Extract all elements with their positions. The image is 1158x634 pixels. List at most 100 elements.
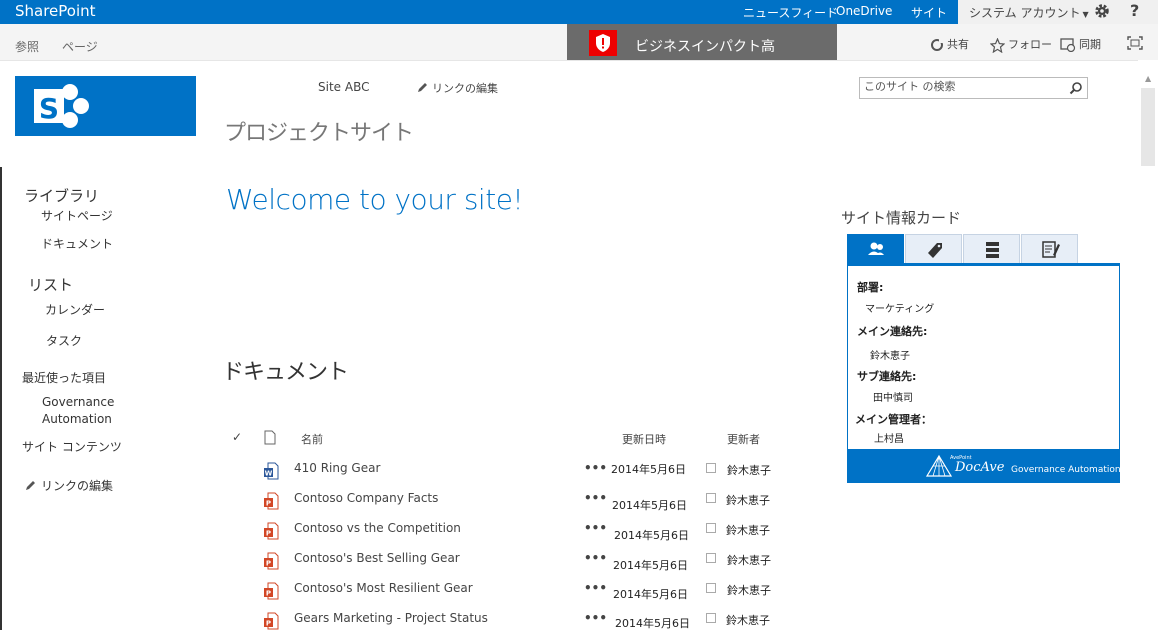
site-title[interactable]: プロジェクトサイト xyxy=(224,115,414,147)
caret-down-icon: ▼ xyxy=(1082,10,1089,19)
docave-logo-icon xyxy=(926,455,952,477)
left-nav-border xyxy=(0,167,2,630)
nav-edit-links-label: リンクの編集 xyxy=(41,479,114,493)
more-options-button[interactable]: ••• xyxy=(584,611,607,625)
department-label: 部署: xyxy=(857,281,884,294)
info-card-tabs xyxy=(847,234,1080,264)
row-select-checkbox[interactable] xyxy=(706,463,716,473)
business-impact-label: ビジネスインパクト高 xyxy=(635,39,775,55)
modified-by-user[interactable]: 鈴木恵子 xyxy=(726,522,770,538)
powerpoint-file-icon[interactable]: P xyxy=(263,612,279,630)
sharepoint-logo-icon: S xyxy=(34,84,89,128)
share-button[interactable]: 共有 xyxy=(930,36,969,52)
powerpoint-file-icon[interactable]: P xyxy=(263,552,279,570)
row-select-checkbox[interactable] xyxy=(706,553,716,563)
more-options-button[interactable]: ••• xyxy=(584,551,607,565)
scroll-up-icon[interactable]: ▲ xyxy=(1145,74,1151,83)
nav-governance-line2[interactable]: Automation xyxy=(42,412,112,426)
newsfeed-link[interactable]: ニュースフィード xyxy=(743,4,838,21)
nav-site-pages[interactable]: サイトページ xyxy=(41,207,113,224)
scroll-thumb[interactable] xyxy=(1141,88,1155,166)
tab-policy[interactable] xyxy=(1021,234,1078,264)
onedrive-link[interactable]: OneDrive xyxy=(836,4,892,18)
svg-text:P: P xyxy=(266,590,271,598)
document-name-link[interactable]: Contoso vs the Competition xyxy=(294,521,461,535)
modified-by-user[interactable]: 鈴木恵子 xyxy=(727,582,771,598)
column-modified-by[interactable]: 更新者 xyxy=(727,431,760,447)
modified-by-user[interactable]: 鈴木恵子 xyxy=(727,462,771,478)
department-value: マーケティング xyxy=(865,304,935,315)
top-nav-edit-links[interactable]: リンクの編集 xyxy=(417,80,498,96)
document-name-link[interactable]: Contoso's Best Selling Gear xyxy=(294,551,460,565)
svg-text:S: S xyxy=(39,92,59,125)
shield-alert-icon xyxy=(589,30,617,56)
search-input[interactable] xyxy=(864,80,1064,93)
main-contact-value[interactable]: 鈴木恵子 xyxy=(870,347,910,362)
document-name-link[interactable]: 410 Ring Gear xyxy=(294,461,380,475)
row-select-checkbox[interactable] xyxy=(706,493,716,503)
nav-governance-line1[interactable]: Governance xyxy=(42,395,114,409)
star-icon xyxy=(989,36,1006,53)
sites-link[interactable]: サイト xyxy=(911,4,947,21)
document-name-link[interactable]: Contoso's Most Resilient Gear xyxy=(294,581,473,595)
more-options-button[interactable]: ••• xyxy=(584,581,607,595)
nav-calendar[interactable]: カレンダー xyxy=(45,301,105,318)
sub-contact-label: サブ連絡先: xyxy=(857,370,917,383)
share-label: 共有 xyxy=(947,38,969,51)
row-select-checkbox[interactable] xyxy=(706,583,716,593)
column-name[interactable]: 名前 xyxy=(301,431,323,447)
more-options-button[interactable]: ••• xyxy=(584,491,607,505)
pencil-icon xyxy=(26,481,35,490)
select-all-checkmark[interactable]: ✓ xyxy=(232,430,242,444)
row-select-checkbox[interactable] xyxy=(706,523,716,533)
more-options-button[interactable]: ••• xyxy=(584,461,607,475)
file-type-icon xyxy=(264,430,276,445)
nav-recent[interactable]: 最近使った項目 xyxy=(22,369,106,386)
nav-documents[interactable]: ドキュメント xyxy=(41,235,113,252)
row-select-checkbox[interactable] xyxy=(706,613,716,623)
site-search-box[interactable] xyxy=(859,77,1088,99)
sharepoint-brand[interactable]: SharePoint xyxy=(15,2,96,20)
document-name-link[interactable]: Gears Marketing - Project Status xyxy=(294,611,488,625)
tab-contacts[interactable] xyxy=(847,234,904,264)
nav-edit-links[interactable]: リンクの編集 xyxy=(25,477,113,494)
svg-text:P: P xyxy=(266,500,271,508)
nav-site-contents[interactable]: サイト コンテンツ xyxy=(22,438,122,455)
docave-brand: DocAve xyxy=(955,460,1005,475)
gear-icon[interactable] xyxy=(1093,2,1111,20)
document-name-link[interactable]: Contoso Company Facts xyxy=(294,491,438,505)
modified-by-user[interactable]: 鈴木恵子 xyxy=(726,492,770,508)
document-edit-icon xyxy=(1042,241,1060,258)
tab-browse[interactable]: 参照 xyxy=(15,38,39,55)
documents-heading[interactable]: ドキュメント xyxy=(222,354,349,386)
modified-by-user[interactable]: 鈴木恵子 xyxy=(726,612,770,628)
focus-mode-icon[interactable] xyxy=(1127,36,1143,50)
svg-text:P: P xyxy=(266,560,271,568)
word-file-icon[interactable]: W xyxy=(263,462,279,480)
nav-tasks[interactable]: タスク xyxy=(46,332,82,349)
follow-label: フォロー xyxy=(1008,38,1052,51)
search-icon[interactable] xyxy=(1069,81,1083,95)
column-modified[interactable]: 更新日時 xyxy=(622,431,666,447)
info-card-title: サイト情報カード xyxy=(841,209,962,227)
powerpoint-file-icon[interactable]: P xyxy=(263,582,279,600)
account-menu[interactable]: システム アカウント ▼ xyxy=(969,4,1089,21)
sub-contact-value[interactable]: 田中慎司 xyxy=(873,389,913,404)
tab-tags[interactable] xyxy=(905,234,962,264)
modified-date: 2014年5月6日 xyxy=(612,499,687,512)
powerpoint-file-icon[interactable]: P xyxy=(263,492,279,510)
follow-button[interactable]: フォロー xyxy=(989,36,1052,53)
tag-icon xyxy=(928,243,942,258)
nav-lists[interactable]: リスト xyxy=(28,274,73,295)
powerpoint-file-icon[interactable]: P xyxy=(263,522,279,540)
site-logo[interactable]: S xyxy=(15,76,196,136)
more-options-button[interactable]: ••• xyxy=(584,521,607,535)
nav-libraries[interactable]: ライブラリ xyxy=(24,185,99,206)
help-icon[interactable]: ? xyxy=(1130,1,1139,20)
tab-storage[interactable] xyxy=(963,234,1020,264)
top-nav-site-abc[interactable]: Site ABC xyxy=(318,80,369,94)
tab-page[interactable]: ページ xyxy=(62,38,98,55)
modified-by-user[interactable]: 鈴木恵子 xyxy=(727,552,771,568)
admin-value[interactable]: 上村昌 xyxy=(874,430,904,445)
sync-button[interactable]: 同期 xyxy=(1060,36,1101,53)
